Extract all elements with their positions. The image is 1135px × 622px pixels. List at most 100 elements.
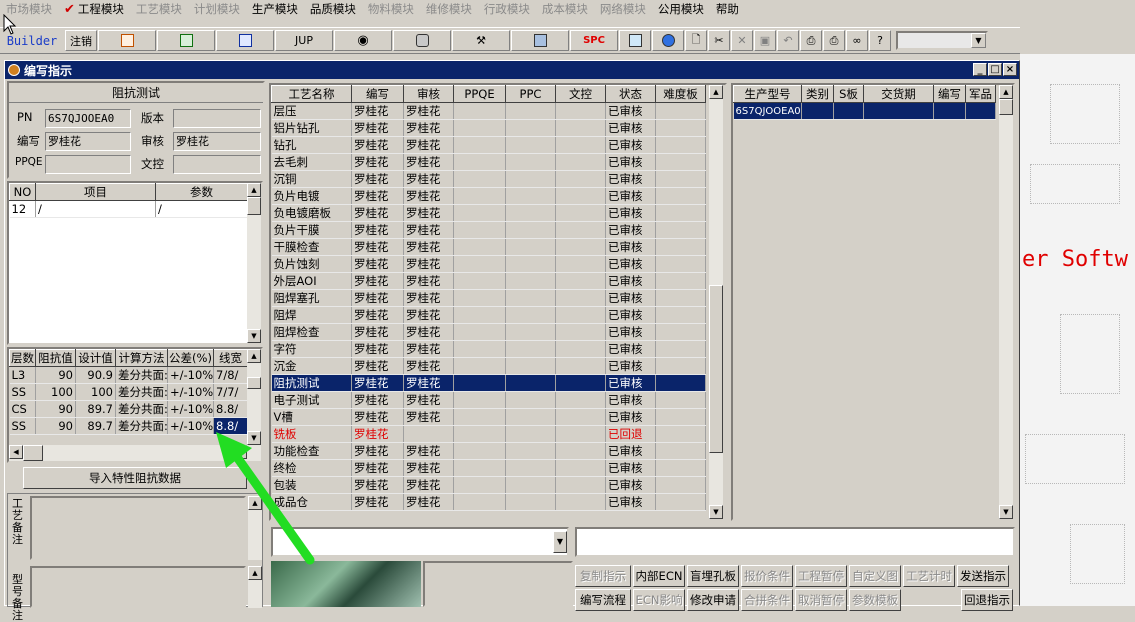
- table-row[interactable]: 外层AOI 罗桂花 罗桂花 已审核: [271, 272, 706, 290]
- column-header[interactable]: 计算方法: [115, 349, 168, 367]
- table-row[interactable]: 铣板 罗桂花 已回退: [271, 425, 706, 443]
- scroll-down-icon[interactable]: ▼: [247, 329, 261, 343]
- cut-button[interactable]: ✂: [708, 30, 730, 51]
- scroll-up-icon[interactable]: ▲: [248, 496, 262, 510]
- print-button[interactable]: ⎙: [823, 30, 845, 51]
- action-button[interactable]: 修改申请: [687, 589, 739, 611]
- save-button[interactable]: ▣: [754, 30, 776, 51]
- table-row[interactable]: 电子测试 罗桂花 罗桂花 已审核: [271, 391, 706, 409]
- table-row[interactable]: 负片蚀刻 罗桂花 罗桂花 已审核: [271, 255, 706, 273]
- action-button[interactable]: 发送指示: [957, 565, 1009, 587]
- minimize-button[interactable]: _: [973, 63, 987, 76]
- column-header[interactable]: 审核: [403, 85, 454, 103]
- import-impedance-button[interactable]: 导入特性阻抗数据: [23, 467, 247, 489]
- scroll-down-icon[interactable]: ▼: [247, 431, 261, 445]
- close-button[interactable]: ×: [1003, 63, 1017, 76]
- table-row[interactable]: 阻焊检查 罗桂花 罗桂花 已审核: [271, 323, 706, 341]
- column-header[interactable]: 设计值: [75, 349, 116, 367]
- note-scrollbar[interactable]: ▲: [248, 566, 262, 608]
- computer-button[interactable]: [511, 30, 569, 51]
- table-row[interactable]: 功能检查 罗桂花 罗桂花 已审核: [271, 442, 706, 460]
- column-header[interactable]: 阻抗值: [35, 349, 76, 367]
- column-header[interactable]: NO: [9, 183, 36, 201]
- action-button[interactable]: 参数模板: [849, 589, 901, 611]
- column-header[interactable]: 状态: [605, 85, 656, 103]
- scroll-left-icon[interactable]: ◀: [9, 445, 23, 459]
- menu-item[interactable]: 帮助: [710, 0, 745, 19]
- calendar-button[interactable]: [98, 30, 156, 51]
- table-row[interactable]: 铝片钻孔 罗桂花 罗桂花 已审核: [271, 119, 706, 137]
- action-button[interactable]: 取消暂停: [795, 589, 847, 611]
- scroll-thumb[interactable]: [247, 197, 261, 215]
- chevron-down-icon[interactable]: ▼: [553, 531, 567, 553]
- table-row[interactable]: 负片电镀 罗桂花 罗桂花 已审核: [271, 187, 706, 205]
- scroll-thumb[interactable]: [999, 99, 1013, 115]
- action-button[interactable]: 报价条件: [741, 565, 793, 587]
- table-row[interactable]: 阻焊 罗桂花 罗桂花 已审核: [271, 306, 706, 324]
- column-header[interactable]: 交货期: [863, 85, 934, 103]
- impedance-vscroll[interactable]: ▲ ▼: [247, 349, 261, 445]
- scroll-thumb[interactable]: [247, 377, 261, 389]
- word-button[interactable]: [216, 30, 274, 51]
- column-header[interactable]: 军品: [965, 85, 996, 103]
- table-row[interactable]: 负电镀磨板 罗桂花 罗桂花 已审核: [271, 204, 706, 222]
- calculator-button[interactable]: [619, 30, 651, 51]
- preview-button[interactable]: ⎙: [800, 30, 822, 51]
- database-button[interactable]: [393, 30, 451, 51]
- scroll-up-icon[interactable]: ▲: [247, 349, 261, 363]
- scroll-thumb[interactable]: [23, 445, 43, 461]
- process-note-field[interactable]: [30, 496, 246, 560]
- menu-item[interactable]: 网络模块: [594, 0, 652, 19]
- help-button[interactable]: ?: [869, 30, 891, 51]
- spc-button[interactable]: SPC: [570, 30, 618, 51]
- table-row[interactable]: 终检 罗桂花 罗桂花 已审核: [271, 459, 706, 477]
- column-header[interactable]: S板: [833, 85, 864, 103]
- menu-item[interactable]: 物料模块: [362, 0, 420, 19]
- scroll-thumb[interactable]: [709, 285, 723, 453]
- model-note-field[interactable]: [30, 566, 246, 608]
- version-field[interactable]: [173, 109, 261, 128]
- table-row[interactable]: 钻孔 罗桂花 罗桂花 已审核: [271, 136, 706, 154]
- action-button[interactable]: 工程暂停: [795, 565, 847, 587]
- table-row[interactable]: 字符 罗桂花 罗桂花 已审核: [271, 340, 706, 358]
- table-row[interactable]: 6S7QJOOEA0: [733, 102, 996, 120]
- column-header[interactable]: 类别: [801, 85, 834, 103]
- column-header[interactable]: 生产型号: [733, 85, 802, 103]
- table-row[interactable]: SS 100 100 差分共面: +/-10% 7/7/: [9, 383, 248, 401]
- column-header[interactable]: 编写: [351, 85, 404, 103]
- action-button[interactable]: 回退指示: [961, 589, 1013, 611]
- menu-item[interactable]: 成本模块: [536, 0, 594, 19]
- scroll-up-icon[interactable]: ▲: [999, 85, 1013, 99]
- table-row[interactable]: SS 90 89.7 差分共面: +/-10% 8.8/: [9, 417, 248, 435]
- tools-button[interactable]: ⚒: [452, 30, 510, 51]
- logout-button[interactable]: 注销: [65, 30, 97, 51]
- model-scrollbar[interactable]: ▲ ▼: [999, 85, 1013, 519]
- menu-item[interactable]: 行政模块: [478, 0, 536, 19]
- table-row[interactable]: L3 90 90.9 差分共面: +/-10% 7/8/: [9, 366, 248, 384]
- action-button[interactable]: 合拼条件: [741, 589, 793, 611]
- reviewer-field[interactable]: 罗桂花: [173, 132, 261, 151]
- column-header[interactable]: 公差(%): [167, 349, 214, 367]
- column-header[interactable]: PPC: [505, 85, 556, 103]
- writer-field[interactable]: 罗桂花: [45, 132, 131, 151]
- scroll-down-icon[interactable]: ▼: [709, 505, 723, 519]
- column-header[interactable]: PPQE: [453, 85, 506, 103]
- find-button[interactable]: ∞: [846, 30, 868, 51]
- pn-field[interactable]: 6S7QJOOEA0: [45, 109, 131, 128]
- excel-button[interactable]: [157, 30, 215, 51]
- column-header[interactable]: 线宽: [213, 349, 248, 367]
- menu-item[interactable]: 公用模块: [652, 0, 710, 19]
- scroll-up-icon[interactable]: ▲: [709, 85, 723, 99]
- table-row[interactable]: 沉铜 罗桂花 罗桂花 已审核: [271, 170, 706, 188]
- dropdown-field[interactable]: ▼: [271, 527, 569, 557]
- table-row[interactable]: 12//: [9, 200, 248, 218]
- column-header[interactable]: 层数: [9, 349, 36, 367]
- table-row[interactable]: CS 90 89.7 差分共面: +/-10% 8.8/: [9, 400, 248, 418]
- action-button[interactable]: ECN影响: [633, 589, 685, 611]
- scroll-up-icon[interactable]: ▲: [248, 566, 262, 580]
- delete-button[interactable]: ✕: [731, 30, 753, 51]
- table-row[interactable]: 成品仓 罗桂花 罗桂花 已审核: [271, 493, 706, 511]
- ppqe-field[interactable]: [45, 155, 131, 174]
- menu-item[interactable]: 品质模块: [304, 0, 362, 19]
- new-button[interactable]: 🗋: [685, 30, 707, 51]
